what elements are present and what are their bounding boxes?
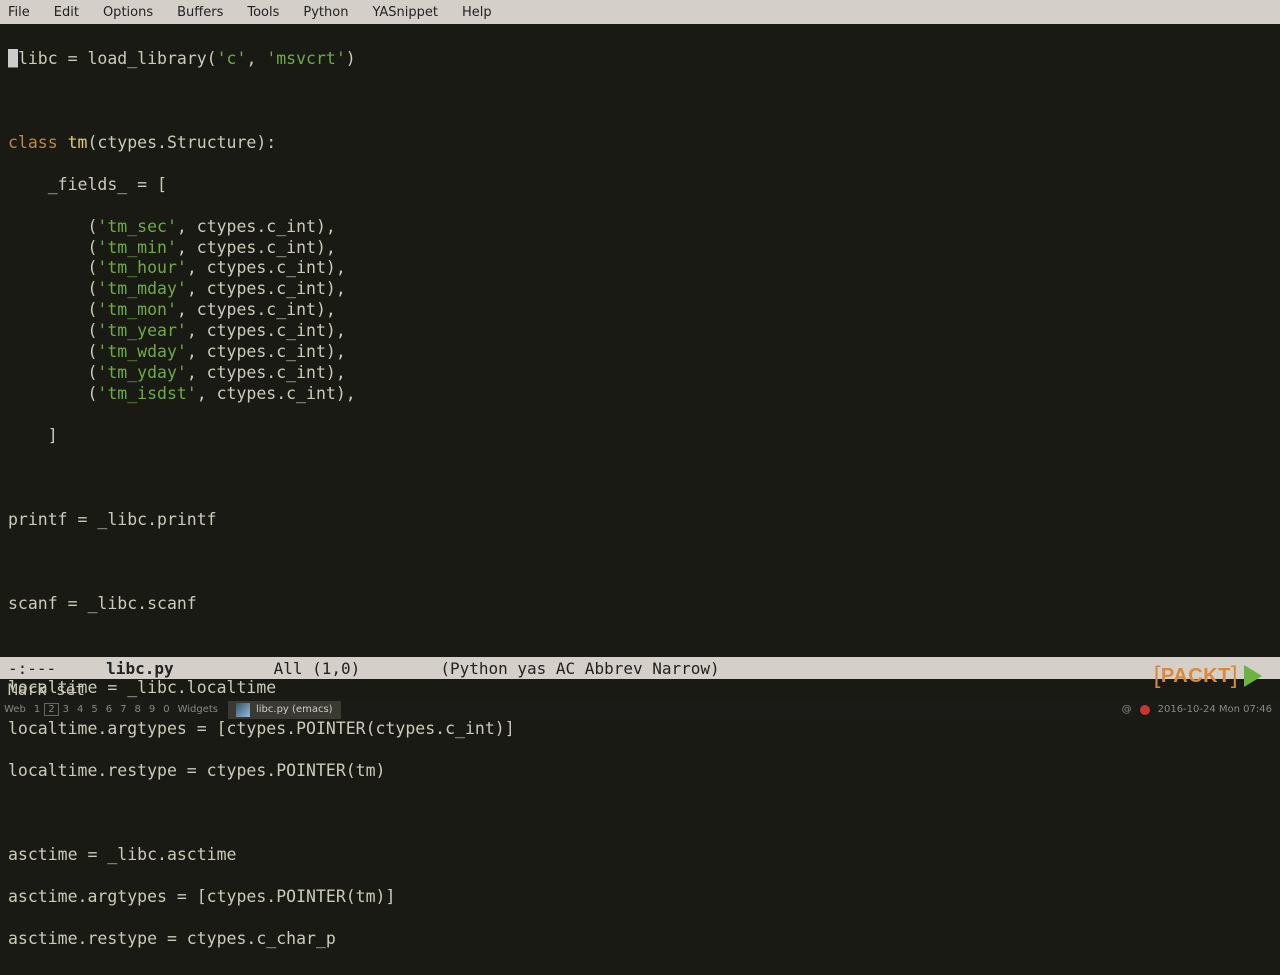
field-line: ('tm_yday', ctypes.c_int),	[8, 363, 1272, 384]
workspace-1[interactable]: 1	[30, 704, 44, 715]
menu-python[interactable]: Python	[303, 5, 348, 20]
modeline-status: -:---	[8, 659, 56, 678]
taskbar-clock: 2016-10-24 Mon 07:46	[1158, 704, 1272, 715]
taskbar-at: @	[1122, 704, 1132, 715]
workspace-5[interactable]: 5	[87, 704, 101, 715]
taskbar-tab-emacs[interactable]: libc.py (emacs)	[228, 701, 341, 719]
modeline-modes: (Python yas AC Abbrev Narrow)	[440, 659, 719, 678]
menu-buffers[interactable]: Buffers	[177, 5, 223, 20]
taskbar: Web 1 2 3 4 5 6 7 8 9 0 Widgets libc.py …	[0, 699, 1280, 720]
menu-file[interactable]: File	[8, 5, 30, 20]
field-line: ('tm_wday', ctypes.c_int),	[8, 342, 1272, 363]
minibuffer: Mark set	[8, 680, 85, 699]
workspace-9[interactable]: 9	[145, 704, 159, 715]
workspace-2-active[interactable]: 2	[44, 703, 58, 716]
record-icon	[1140, 705, 1150, 715]
field-line: ('tm_year', ctypes.c_int),	[8, 321, 1272, 342]
menu-yasnippet[interactable]: YASnippet	[372, 5, 438, 20]
menu-options[interactable]: Options	[103, 5, 153, 20]
field-line: ('tm_sec', ctypes.c_int),	[8, 217, 1272, 238]
editor-area[interactable]: _libc = load_library('c', 'msvcrt') clas…	[0, 24, 1280, 975]
taskbar-widgets[interactable]: Widgets	[174, 704, 222, 715]
menu-help[interactable]: Help	[462, 5, 492, 20]
modeline-position: All (1,0)	[274, 659, 361, 678]
workspace-4[interactable]: 4	[73, 704, 87, 715]
modeline-file: libc.py	[106, 659, 173, 678]
workspace-3[interactable]: 3	[59, 704, 73, 715]
workspace-6[interactable]: 6	[102, 704, 116, 715]
menu-tools[interactable]: Tools	[247, 5, 279, 20]
field-line: ('tm_mon', ctypes.c_int),	[8, 300, 1272, 321]
workspace-8[interactable]: 8	[130, 704, 144, 715]
cursor: _	[8, 49, 18, 68]
field-line: ('tm_hour', ctypes.c_int),	[8, 258, 1272, 279]
play-icon[interactable]	[1244, 665, 1262, 687]
emacs-icon	[236, 703, 250, 717]
workspace-0[interactable]: 0	[159, 704, 173, 715]
field-line: ('tm_min', ctypes.c_int),	[8, 238, 1272, 259]
field-line: ('tm_isdst', ctypes.c_int),	[8, 384, 1272, 405]
taskbar-web[interactable]: Web	[0, 704, 30, 715]
menu-bar: File Edit Options Buffers Tools Python Y…	[0, 0, 1280, 24]
workspace-7[interactable]: 7	[116, 704, 130, 715]
menu-edit[interactable]: Edit	[54, 5, 79, 20]
publisher-logo: [PACKT]	[1154, 662, 1262, 690]
field-line: ('tm_mday', ctypes.c_int),	[8, 279, 1272, 300]
mode-line: -:--- libc.py All (1,0) (Python yas AC A…	[0, 657, 1280, 679]
